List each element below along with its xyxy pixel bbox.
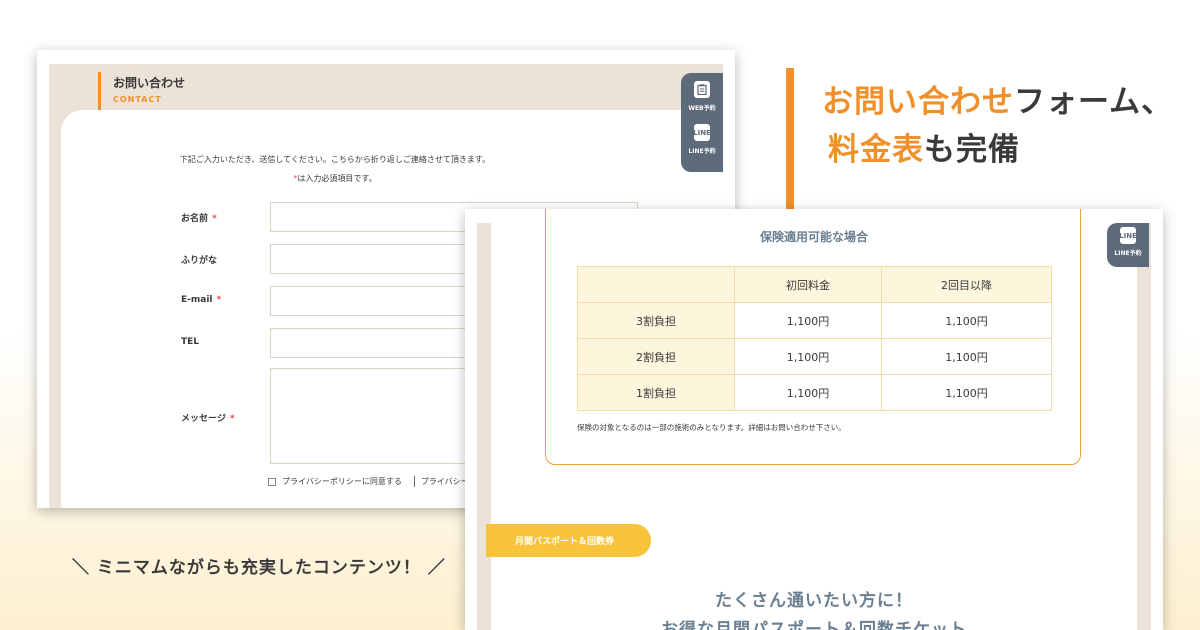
line-reservation-label: LINE予約 <box>1114 250 1142 257</box>
table-row: 3割負担 1,100円 1,100円 <box>577 302 1052 339</box>
table-cell: 1,100円 <box>881 374 1052 411</box>
email-label: E-mail * <box>181 295 222 305</box>
table-cell: 1,100円 <box>733 374 883 411</box>
contact-section-heading: お問い合わせ CONTACT <box>98 72 185 110</box>
reservation-side-tabs: LINE LINE予約 <box>1107 223 1149 267</box>
message-label: メッセージ * <box>181 414 235 424</box>
insurance-price-card: 保険適用可能な場合 初回料金 2回目以降 3割負担 1,100円 1,100円 … <box>545 209 1081 465</box>
pass-heading-line1: たくさん通いたい方に！ <box>715 591 913 611</box>
table-header-row: 初回料金 2回目以降 <box>577 266 1052 303</box>
form-intro-text: 下記ご入力いただき、送信してください。こちらから折り返しご連絡させて頂きます。 <box>179 155 491 164</box>
insurance-price-title: 保険適用可能な場合 <box>759 230 868 244</box>
name-label: お名前 * <box>181 214 217 224</box>
row-header: 3割負担 <box>577 302 735 339</box>
web-reservation-tab[interactable]: WEB予約 <box>681 81 723 112</box>
contact-subtitle: CONTACT <box>113 95 162 104</box>
pricing-screenshot: 保険適用可能な場合 初回料金 2回目以降 3割負担 1,100円 1,100円 … <box>465 209 1163 630</box>
privacy-label: プライバシーポリシーに同意する <box>282 477 402 486</box>
table-cell: 1,100円 <box>881 302 1052 339</box>
line-reservation-tab[interactable]: LINE LINE予約 <box>1107 227 1149 257</box>
web-reservation-label: WEB予約 <box>688 105 716 112</box>
privacy-consent: プライバシーポリシーに同意する プライバシー <box>268 476 469 487</box>
privacy-policy-link[interactable]: プライバシー <box>413 476 469 487</box>
page-background-left <box>477 223 491 630</box>
headline-line1: お問い合わせフォーム、 <box>822 84 1174 120</box>
page-background-right <box>1137 223 1151 630</box>
table-header-cell: 2回目以降 <box>881 266 1052 303</box>
promo-headline: お問い合わせフォーム、 料金表も完備 <box>786 68 1186 218</box>
pass-section-label: 月間パスポート＆回数券 <box>486 524 651 557</box>
row-header: 1割負担 <box>577 374 735 411</box>
line-icon: LINE <box>1119 227 1137 244</box>
insurance-note: 保険の対象となるのは一部の施術のみとなります。詳細はお問い合わせ下さい。 <box>577 423 846 432</box>
headline-line2: 料金表も完備 <box>828 132 1020 168</box>
contact-title: お問い合わせ <box>113 76 186 90</box>
reservation-side-tabs: WEB予約 LINE LINE予約 <box>681 73 723 172</box>
required-note: *は入力必須項目です。 <box>293 174 377 183</box>
clipboard-icon <box>694 81 710 98</box>
line-reservation-tab[interactable]: LINE LINE予約 <box>681 124 723 155</box>
table-cell: 1,100円 <box>881 338 1052 375</box>
furigana-label: ふりがな <box>181 256 218 266</box>
table-header-cell: 初回料金 <box>733 266 883 303</box>
table-cell: 1,100円 <box>733 302 883 339</box>
line-icon: LINE <box>693 124 711 141</box>
price-table: 初回料金 2回目以降 3割負担 1,100円 1,100円 2割負担 1,100… <box>577 266 1052 411</box>
table-cell: 1,100円 <box>733 338 883 375</box>
headline-accent-bar <box>786 68 794 210</box>
privacy-checkbox[interactable] <box>268 477 276 486</box>
table-header-cell <box>577 266 735 303</box>
table-row: 1割負担 1,100円 1,100円 <box>577 374 1052 411</box>
row-header: 2割負担 <box>577 338 735 375</box>
promo-caption: ＼ ミニマムながらも充実したコンテンツ！ ／ <box>72 558 446 578</box>
line-reservation-label: LINE予約 <box>688 148 716 155</box>
table-row: 2割負担 1,100円 1,100円 <box>577 338 1052 375</box>
tel-label: TEL <box>181 337 200 347</box>
pass-heading-line2: お得な月間パスポート＆回数チケット <box>661 620 967 630</box>
